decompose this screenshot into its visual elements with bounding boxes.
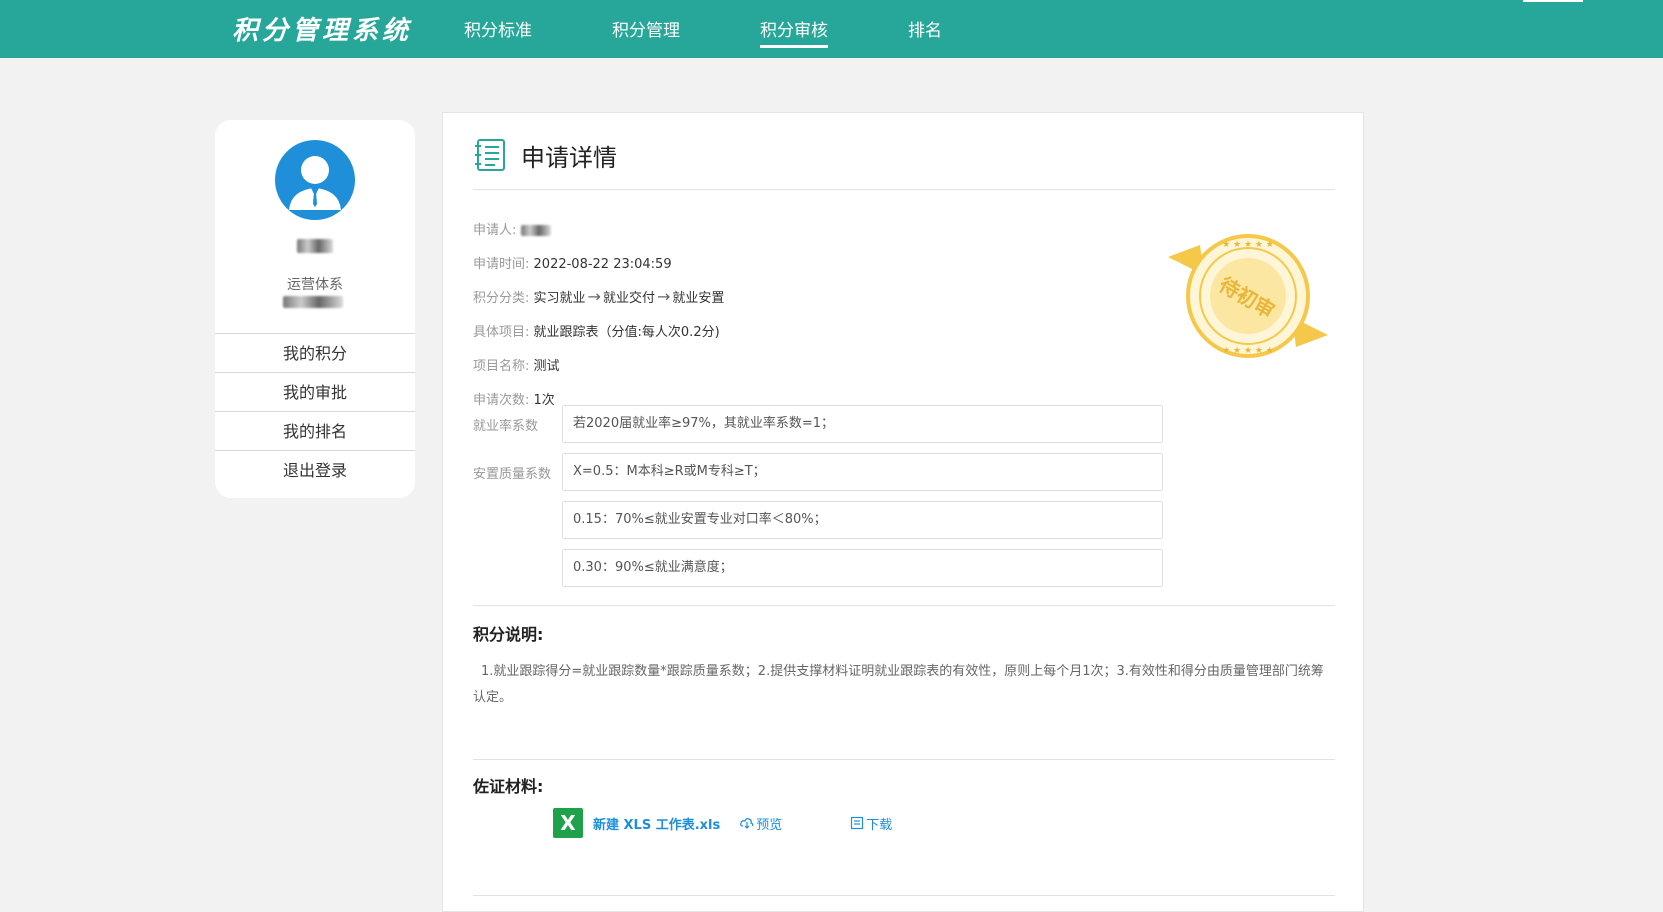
- coef-box-satisfaction: 0.30：90%≤就业满意度；: [562, 549, 1163, 587]
- excel-file-icon: X: [553, 808, 583, 838]
- sidebar-item-my-points[interactable]: 我的积分: [215, 333, 415, 372]
- count-label: 申请次数:: [473, 393, 530, 408]
- username-redacted: [215, 238, 415, 254]
- field-apply-time: 申请时间: 2022-08-22 23:04:59: [473, 253, 672, 272]
- topbar-decoration: [1523, 0, 1583, 2]
- field-apply-count: 申请次数: 1次: [473, 389, 555, 408]
- project-value: 测试: [533, 359, 560, 374]
- app-logo[interactable]: 积分管理系统: [232, 10, 412, 47]
- divider: [473, 189, 1335, 190]
- redacted-applicant-mark: [520, 225, 551, 236]
- department-label: 运营体系: [287, 277, 343, 293]
- sidebar-item-logout[interactable]: 退出登录: [215, 450, 415, 489]
- category-level-3: 就业安置: [672, 291, 725, 306]
- coef-box-match-rate: 0.15：70%≤就业安置专业对口率＜80%；: [562, 501, 1163, 539]
- field-category: 积分分类: 实习就业 → 就业交付 → 就业安置: [473, 287, 724, 306]
- redacted-name-mark: [297, 239, 333, 253]
- arrow-right-icon: →: [587, 287, 601, 306]
- item-value: 就业跟踪表（分值:每人次0.2分): [533, 325, 720, 340]
- user-icon: [289, 156, 341, 210]
- coef-box-placement-quality: X=0.5：M本科≥R或M专科≥T；: [562, 453, 1163, 491]
- time-label: 申请时间:: [473, 257, 530, 272]
- redacted-dept-mark: [283, 296, 343, 308]
- attachment-file-name[interactable]: 新建 XLS 工作表.xls: [593, 814, 720, 833]
- stamp-seal-icon: 待初审 ★ ★ ★ ★ ★ ★ ★ ★ ★ ★: [1168, 234, 1328, 358]
- evidence-heading: 佐证材料:: [473, 777, 544, 796]
- time-value: 2022-08-22 23:04:59: [533, 257, 672, 272]
- divider: [473, 895, 1335, 896]
- divider: [473, 605, 1335, 606]
- nav-item-standards[interactable]: 积分标准: [464, 0, 532, 58]
- field-project-name: 项目名称: 测试: [473, 355, 560, 374]
- category-label: 积分分类:: [473, 291, 530, 306]
- divider: [473, 759, 1335, 760]
- svg-text:★ ★ ★ ★ ★: ★ ★ ★ ★ ★: [1222, 346, 1274, 356]
- preview-link[interactable]: 预览: [740, 814, 782, 833]
- explain-text: 1.就业跟踪得分=就业跟踪数量*跟踪质量系数；2.提供支撑材料证明就业跟踪表的有…: [473, 664, 1324, 705]
- preview-label: 预览: [756, 817, 783, 833]
- count-value: 1次: [533, 393, 555, 408]
- coef-label-employment-rate: 就业率系数: [473, 419, 539, 434]
- status-stamp: 待初审 ★ ★ ★ ★ ★ ★ ★ ★ ★ ★: [1168, 231, 1328, 361]
- detail-title: 申请详情: [521, 143, 617, 172]
- coef-box-employment-rate: 若2020届就业率≥97%，其就业率系数=1；: [562, 405, 1163, 443]
- coef-label-placement-quality: 安置质量系数: [473, 467, 552, 482]
- attachment-row: X 新建 XLS 工作表.xls 预览 下载: [553, 808, 892, 838]
- top-nav-bar: 积分管理系统 积分标准 积分管理 积分审核 排名: [0, 0, 1663, 58]
- document-list-icon: [475, 139, 505, 171]
- sidebar-menu: 我的积分 我的审批 我的排名 退出登录: [215, 333, 415, 489]
- download-link[interactable]: 下载: [850, 814, 892, 833]
- arrow-right-icon: →: [656, 287, 671, 306]
- applicant-label: 申请人:: [473, 223, 517, 238]
- detail-panel: 申请详情 申请人: 申请时间: 2022-08-22 23:04:59 积分分类…: [442, 112, 1364, 912]
- download-label: 下载: [866, 817, 893, 833]
- field-item: 具体项目: 就业跟踪表（分值:每人次0.2分): [473, 321, 720, 340]
- category-level-2: 就业交付: [602, 291, 655, 306]
- sidebar-item-my-approvals[interactable]: 我的审批: [215, 372, 415, 411]
- cloud-preview-icon: [740, 818, 754, 829]
- page-title: 申请详情: [473, 135, 617, 175]
- svg-text:★ ★ ★ ★ ★: ★ ★ ★ ★ ★: [1222, 240, 1274, 250]
- download-icon: [851, 816, 864, 830]
- field-applicant: 申请人:: [473, 219, 551, 238]
- user-sidebar: 运营体系 我的积分 我的审批 我的排名 退出登录: [215, 120, 415, 498]
- explain-heading: 积分说明:: [473, 625, 544, 644]
- sidebar-item-my-ranking[interactable]: 我的排名: [215, 411, 415, 450]
- nav-item-management[interactable]: 积分管理: [612, 0, 680, 58]
- avatar[interactable]: [275, 140, 355, 220]
- nav-item-review[interactable]: 积分审核: [760, 0, 828, 58]
- category-level-1: 实习就业: [533, 291, 586, 306]
- project-label: 项目名称:: [473, 359, 530, 374]
- item-label: 具体项目:: [473, 325, 530, 340]
- nav-item-ranking[interactable]: 排名: [908, 0, 942, 58]
